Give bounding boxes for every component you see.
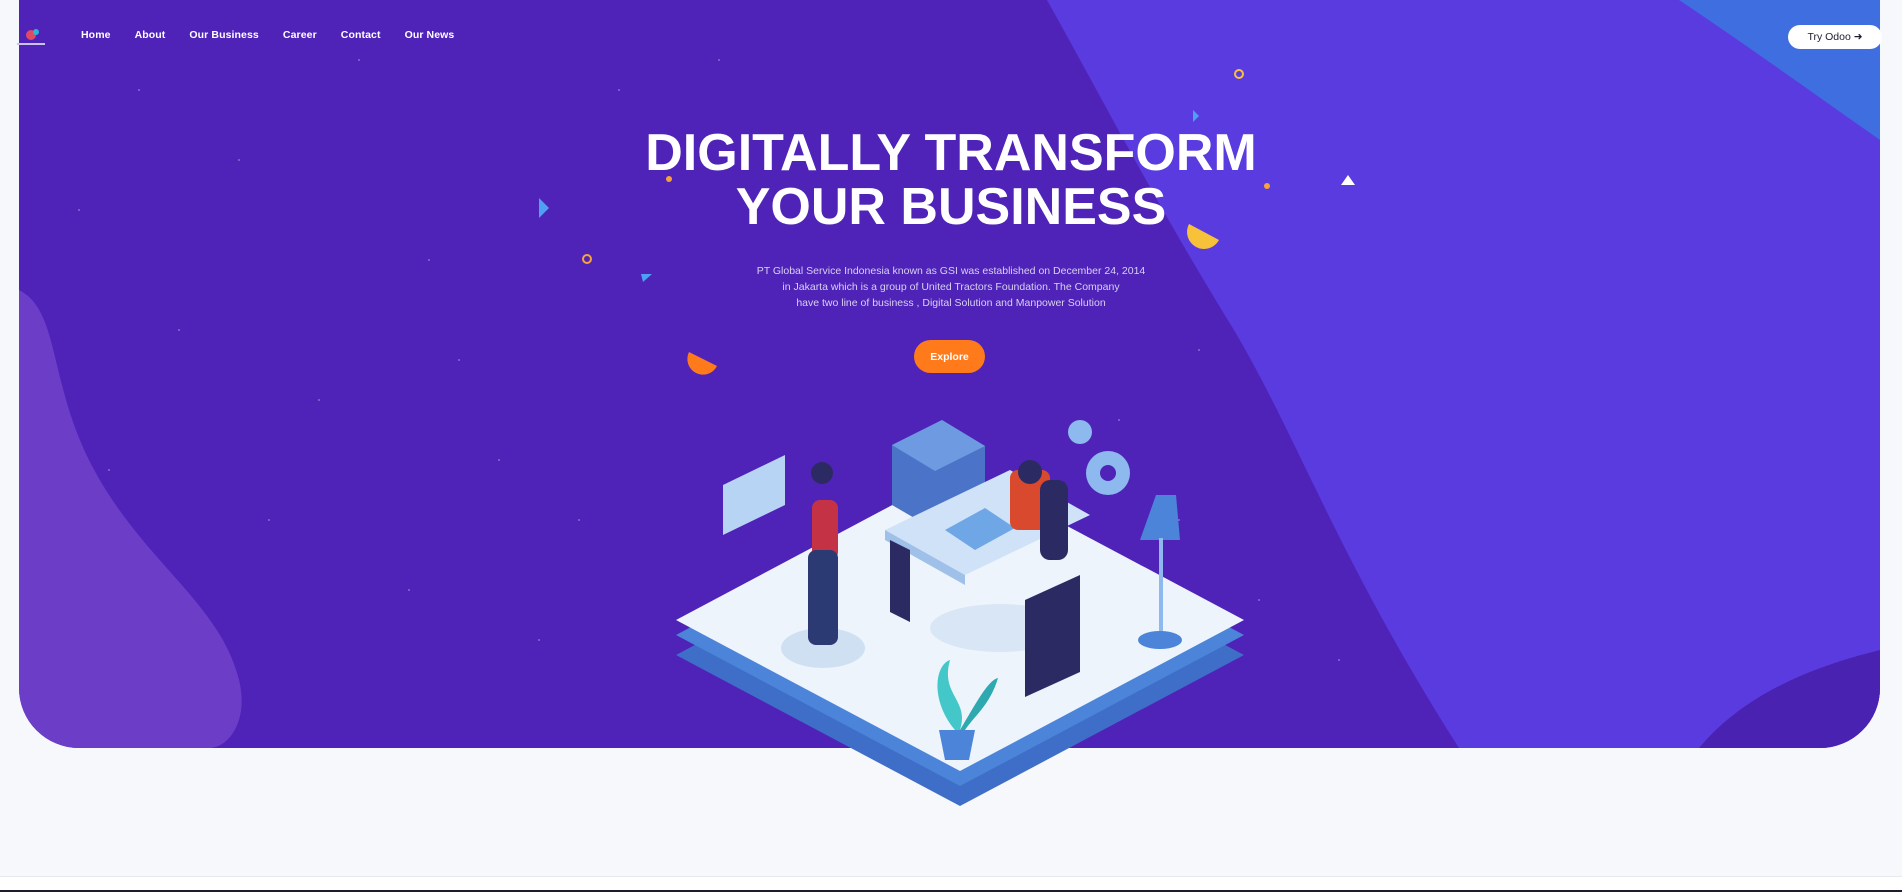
description-line-1: PT Global Service Indonesia known as GSI… [756,265,1146,277]
headline-line-2: YOUR BUSINESS [735,178,1167,236]
nav-link-our-business[interactable]: Our Business [189,29,258,41]
small-gear [1068,420,1092,444]
nav-link-home[interactable]: Home [81,29,111,41]
explore-button[interactable]: Explore [914,340,985,373]
company-logo-icon[interactable] [14,26,48,48]
nav-link-about[interactable]: About [135,29,166,41]
chart-board [723,455,785,535]
nav-links: Home About Our Business Career Contact O… [81,29,478,41]
chair [1040,480,1068,560]
top-navigation: Home About Our Business Career Contact O… [0,0,1902,74]
nav-link-our-news[interactable]: Our News [405,29,455,41]
hero-headline: DIGITALLY TRANSFORM YOUR BUSINESS [0,126,1902,234]
hero-description: PT Global Service Indonesia known as GSI… [0,263,1902,311]
description-line-2: in Jakarta which is a group of United Tr… [782,281,1120,293]
headline-line-1: DIGITALLY TRANSFORM [645,124,1257,182]
plant-pot [939,730,975,760]
nav-link-career[interactable]: Career [283,29,317,41]
try-odoo-button[interactable]: Try Odoo ➜ [1788,25,1882,49]
description-line-3: have two line of business , Digital Solu… [796,297,1106,309]
floor-lamp [1140,495,1180,540]
nav-link-contact[interactable]: Contact [341,29,381,41]
